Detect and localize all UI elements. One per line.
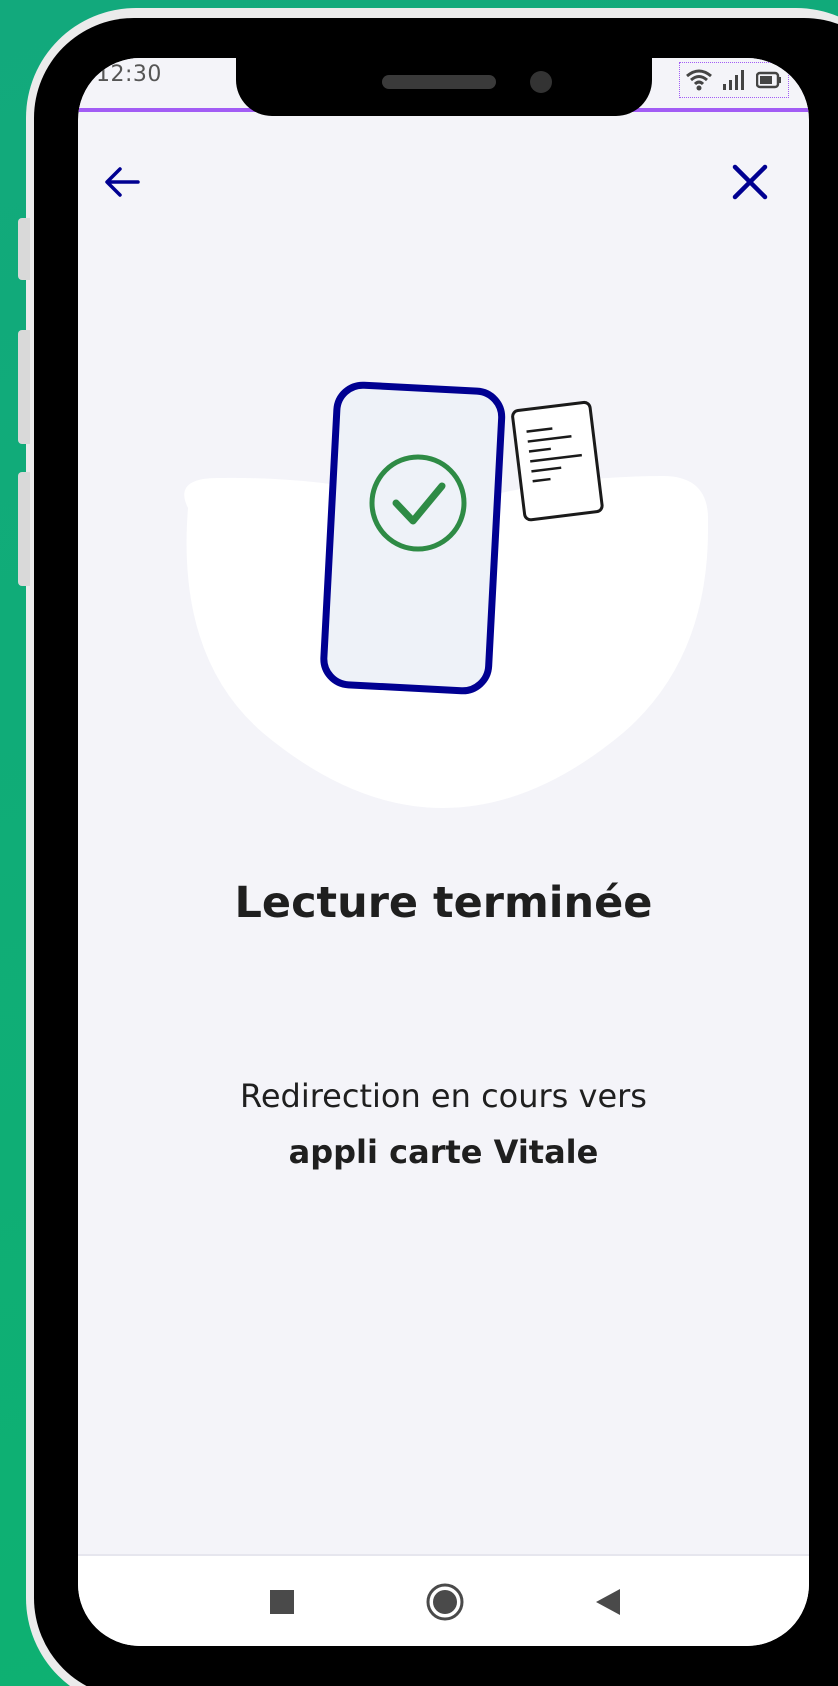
recents-button[interactable] — [260, 1580, 304, 1624]
arrow-left-icon — [105, 167, 140, 197]
background: 12:30 Lecture terminée Redirection en co… — [0, 0, 838, 1686]
home-circle-icon — [426, 1583, 464, 1621]
signal-icon — [723, 70, 744, 90]
back-triangle-icon — [596, 1589, 620, 1615]
phone-screen: 12:30 Lecture terminée Redirection en co… — [78, 58, 809, 1646]
phone-volume-up-button — [18, 330, 30, 444]
card-icon — [511, 400, 604, 522]
back-button[interactable] — [92, 152, 152, 212]
redirection-text: Redirection en cours vers — [240, 1077, 647, 1115]
phone-volume-down-button — [18, 472, 30, 586]
home-button[interactable] — [423, 1580, 467, 1624]
recents-square-icon — [270, 1590, 294, 1614]
nfc-reading-illustration — [184, 381, 709, 808]
status-icons — [679, 62, 789, 98]
system-navigation-bar — [78, 1554, 809, 1646]
battery-icon — [756, 71, 781, 89]
system-back-button[interactable] — [586, 1580, 630, 1624]
target-app-name: appli carte Vitale — [288, 1133, 599, 1171]
phone-speaker — [382, 75, 496, 89]
page-title: Lecture terminée — [234, 878, 653, 928]
status-time: 12:30 — [96, 62, 162, 87]
close-icon — [732, 164, 768, 200]
redirection-message: Redirection en cours vers appli carte Vi… — [78, 1068, 809, 1180]
phone-side-button-top — [18, 218, 30, 280]
phone-icon — [320, 381, 506, 695]
phone-front-camera — [530, 71, 552, 93]
wifi-icon — [686, 69, 712, 91]
close-button[interactable] — [720, 152, 780, 212]
